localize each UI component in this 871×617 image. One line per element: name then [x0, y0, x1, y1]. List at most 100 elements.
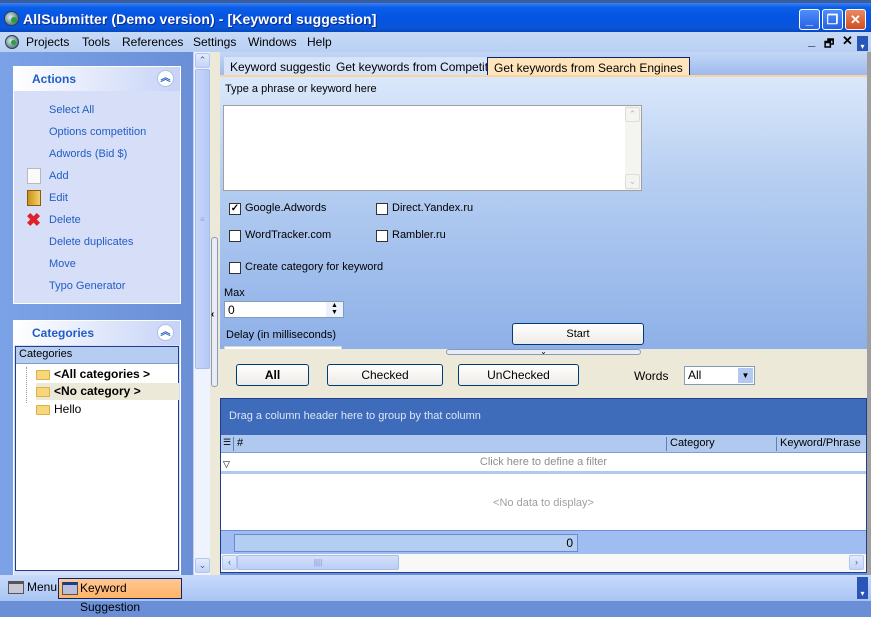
checkbox-box[interactable] — [229, 262, 241, 274]
action-options-competition[interactable]: Options competition — [49, 126, 146, 138]
categories-panel-title: Categories — [32, 326, 95, 340]
tree-line — [26, 367, 27, 403]
mdi-close-button[interactable]: ✕ — [842, 33, 853, 49]
menu-references[interactable]: References — [122, 35, 183, 49]
tab-competitors[interactable]: Get keywords from Competitors — [330, 57, 512, 77]
folder-icon — [36, 387, 50, 397]
tree-node-label: <No category > — [54, 384, 141, 398]
phrase-label: Type a phrase or keyword here — [225, 83, 377, 95]
tree-node-hello[interactable]: Hello — [36, 401, 179, 418]
filter-row[interactable]: ▽ Click here to define a filter — [221, 454, 866, 474]
column-header-number[interactable]: # — [233, 437, 667, 451]
mdi-minimize-button[interactable]: _ — [808, 33, 815, 48]
footer-count: 0 — [234, 534, 578, 552]
unchecked-button[interactable]: UnChecked — [458, 364, 579, 386]
task-label: Keyword Suggestion — [80, 581, 141, 614]
restore-button[interactable]: ❐ — [822, 9, 843, 30]
window-taskbar: Menu Keyword Suggestion ▾ — [0, 575, 871, 614]
checkbox-label: Direct.Yandex.ru — [392, 202, 474, 214]
checkbox-label: Google.Adwords — [245, 202, 327, 214]
scroll-up-icon[interactable]: ⌃ — [195, 53, 210, 68]
menu-bar: Projects Tools References Settings Windo… — [0, 32, 871, 52]
window-border — [867, 52, 871, 575]
left-pane-scrollbar[interactable]: ⌃ ≡ ⌄ — [193, 52, 210, 575]
action-delete[interactable]: Delete — [49, 214, 81, 226]
checkbox-box[interactable] — [376, 230, 388, 242]
action-edit[interactable]: Edit — [49, 192, 68, 204]
menu-tools[interactable]: Tools — [82, 35, 110, 49]
categories-tree: Categories <All categories > <No categor… — [15, 346, 179, 571]
tab-keyword-suggestion[interactable]: Keyword suggestion — [224, 57, 346, 77]
dropdown-arrow-icon[interactable]: ▼ — [738, 368, 753, 383]
folder-icon — [36, 405, 50, 415]
column-header-keyword[interactable]: Keyword/Phrase — [776, 437, 866, 451]
collapse-chevron-icon[interactable]: ︽ — [157, 70, 174, 87]
checkbox-box[interactable] — [229, 230, 241, 242]
all-button[interactable]: All — [236, 364, 309, 386]
scrollbar-thumb[interactable]: |||| — [237, 555, 399, 570]
categories-panel: Categories ︽ Categories <All categories … — [13, 320, 181, 580]
checkbox-label: WordTracker.com — [245, 229, 332, 241]
app-icon[interactable] — [4, 11, 19, 26]
folder-icon — [36, 370, 50, 380]
checkbox-box[interactable] — [376, 203, 388, 215]
close-button[interactable]: ✕ — [845, 9, 866, 30]
window-icon — [62, 582, 78, 595]
categories-column-header[interactable]: Categories — [16, 347, 178, 364]
checkbox-box[interactable]: ✓ — [229, 203, 241, 215]
menu-projects[interactable]: Projects — [26, 35, 69, 49]
collapse-down-icon[interactable]: ⌄ — [446, 348, 641, 356]
scroll-right-icon[interactable]: › — [849, 555, 864, 570]
toolbar-options-grip[interactable]: ▾ — [857, 36, 868, 51]
actions-panel: Actions ︽ Select All Options competition… — [13, 66, 181, 304]
tree-node-no-category[interactable]: <No category > — [36, 383, 179, 400]
categories-panel-header[interactable]: Categories ︽ — [14, 321, 180, 345]
tree-node-label: Hello — [54, 402, 82, 416]
title-bar: AllSubmitter (Demo version) - [Keyword s… — [0, 0, 871, 32]
max-label: Max — [224, 287, 245, 299]
window-title: AllSubmitter (Demo version) - [Keyword s… — [23, 11, 377, 27]
scroll-down-icon[interactable]: ⌄ — [625, 174, 640, 189]
collapse-chevron-icon[interactable]: ︽ — [157, 324, 174, 341]
action-adwords-bid[interactable]: Adwords (Bid $) — [49, 148, 127, 160]
words-label: Words — [634, 369, 669, 383]
scroll-up-icon[interactable]: ⌃ — [625, 107, 640, 122]
tree-node-all-categories[interactable]: <All categories > — [36, 366, 179, 383]
column-headers: ☰ # Category Keyword/Phrase — [221, 435, 866, 453]
group-by-area[interactable]: Drag a column header here to group by th… — [221, 399, 866, 435]
document-icon[interactable] — [5, 35, 19, 49]
action-add[interactable]: Add — [49, 170, 69, 182]
start-button[interactable]: Start — [512, 323, 644, 345]
action-typo-generator[interactable]: Typo Generator — [49, 280, 125, 292]
actions-panel-header[interactable]: Actions ︽ — [14, 67, 180, 91]
filter-bar: All Checked UnChecked Words All ▼ — [220, 357, 867, 398]
action-move[interactable]: Move — [49, 258, 76, 270]
textarea-scrollbar[interactable]: ⌃ ⌄ — [625, 106, 641, 190]
action-delete-duplicates[interactable]: Delete duplicates — [49, 236, 133, 248]
scrollbar-thumb[interactable]: ≡ — [195, 69, 210, 369]
task-keyword-suggestion[interactable]: Keyword Suggestion — [58, 578, 182, 614]
checked-button[interactable]: Checked — [327, 364, 443, 386]
horizontal-splitter[interactable]: ⌄ — [220, 348, 867, 357]
spin-buttons[interactable]: ▲ ▼ — [326, 302, 343, 317]
words-dropdown[interactable]: All ▼ — [684, 366, 755, 385]
scroll-left-icon[interactable]: ‹ — [222, 555, 237, 570]
tab-search-engines[interactable]: Get keywords from Search Engines — [487, 57, 690, 77]
blank-page-icon — [27, 168, 41, 184]
action-select-all[interactable]: Select All — [49, 104, 94, 116]
column-chooser-icon[interactable]: ☰ — [223, 437, 231, 448]
checkbox-label: Create category for keyword — [245, 261, 384, 273]
menu-windows[interactable]: Windows — [248, 35, 297, 49]
column-header-category[interactable]: Category — [666, 437, 776, 451]
menu-settings[interactable]: Settings — [193, 35, 236, 49]
task-menu[interactable]: Menu — [5, 578, 57, 599]
phrase-textarea[interactable]: ⌃ ⌄ — [223, 105, 642, 191]
filter-hint: Click here to define a filter — [479, 456, 608, 468]
collapse-left-icon[interactable]: ‹ — [211, 309, 214, 320]
vertical-splitter[interactable]: ‹ — [210, 52, 220, 575]
scroll-down-icon[interactable]: ⌄ — [195, 558, 210, 573]
minimize-button[interactable]: _ — [799, 9, 820, 30]
grid-horizontal-scrollbar[interactable]: ‹ |||| › — [221, 554, 866, 572]
toolbar-options-grip[interactable]: ▾ — [857, 577, 868, 599]
menu-help[interactable]: Help — [307, 35, 332, 49]
